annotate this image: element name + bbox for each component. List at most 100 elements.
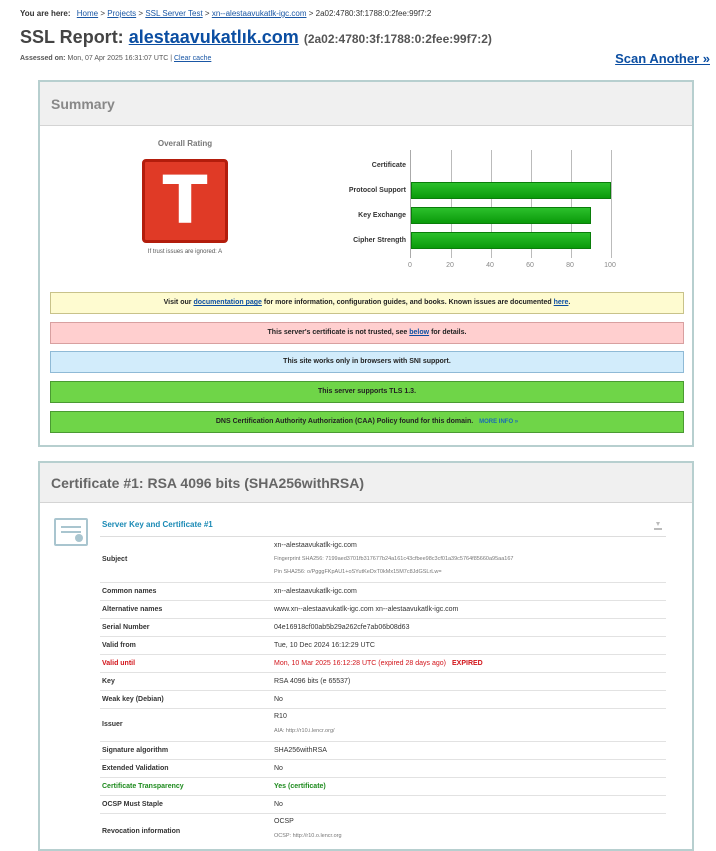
summary-heading: Summary — [40, 82, 692, 126]
revocation-ocsp: OCSP: http://r10.o.lencr.org — [274, 833, 342, 839]
row-key: Certificate Transparency — [102, 783, 184, 790]
chart-plot-area — [410, 150, 612, 258]
row-value: No — [274, 765, 283, 772]
untrusted-cert-notice: This server's certificate is not trusted… — [50, 322, 684, 344]
row-value: Yes (certificate) — [274, 783, 326, 790]
table-row: Key RSA 4096 bits (e 65537) — [100, 673, 666, 691]
row-value: xn--alestaavukatlk-igc.com — [274, 588, 357, 595]
chart-tick-label: 0 — [408, 262, 412, 269]
pin: Pin SHA256: o/PgggFKpAU1+oSYutKeDxT0kMx1… — [274, 569, 442, 575]
row-key: Serial Number — [102, 624, 150, 631]
row-value: OCSP — [274, 818, 294, 825]
doc-mid: for more information, configuration guid… — [263, 299, 552, 306]
row-key: Alternative names — [102, 606, 163, 613]
table-row: Revocation information OCSP OCSP: http:/… — [100, 814, 666, 848]
breadcrumb-ssl-test-link[interactable]: SSL Server Test — [145, 9, 202, 18]
caa-more-info-link[interactable]: MORE INFO » — [479, 419, 518, 425]
overall-rating-label: Overall Rating — [157, 139, 213, 148]
documentation-notice: Visit our documentation page for more in… — [50, 292, 684, 314]
row-key: Issuer — [102, 721, 123, 728]
row-value: SHA256withRSA — [274, 747, 327, 754]
grade-badge: T — [142, 159, 228, 243]
chart-category-label: Protocol Support — [348, 187, 406, 194]
breadcrumb-home-link[interactable]: Home — [77, 9, 98, 18]
table-row: Valid until Mon, 10 Mar 2025 16:12:28 UT… — [100, 655, 666, 673]
certificate-panel: Certificate #1: RSA 4096 bits (SHA256wit… — [38, 461, 694, 851]
overall-rating: Overall Rating T If trust issues are ign… — [130, 139, 240, 255]
caa-text: DNS Certification Authority Authorizatio… — [215, 418, 474, 425]
row-value: No — [274, 696, 283, 703]
row-value: Mon, 10 Mar 2025 16:12:28 UTC (expired 2… — [274, 660, 446, 667]
table-row: Valid from Tue, 10 Dec 2024 16:12:29 UTC — [100, 637, 666, 655]
chart-category-label: Key Exchange — [358, 212, 406, 219]
row-key: Signature algorithm — [102, 747, 169, 754]
server-key-title: Server Key and Certificate #1 — [102, 520, 213, 529]
download-icon[interactable] — [654, 522, 662, 530]
cert-end: for details. — [431, 329, 467, 336]
certificate-heading: Certificate #1: RSA 4096 bits (SHA256wit… — [40, 463, 692, 503]
row-value: RSA 4096 bits (e 65537) — [274, 678, 351, 685]
trust-ignored-grade: If trust issues are ignored: A — [147, 249, 223, 255]
summary-panel: Summary Overall Rating T If trust issues… — [38, 80, 694, 447]
scan-another-link[interactable]: Scan Another » — [615, 51, 710, 66]
row-key: Key — [102, 678, 115, 685]
certificate-table: Subject xn--alestaavukatlk-igc.com Finge… — [100, 536, 666, 848]
table-row: Common names xn--alestaavukatlk-igc.com — [100, 583, 666, 601]
title-host-link[interactable]: alestaavukatlık.com — [129, 27, 299, 47]
row-key: Valid from — [102, 642, 136, 649]
chart-tick-label: 40 — [486, 262, 494, 269]
breadcrumb-separator: > — [100, 9, 106, 18]
expired-badge: EXPIRED — [452, 660, 483, 667]
assessed-on: Assessed on: Mon, 07 Apr 2025 16:31:07 U… — [20, 55, 211, 62]
below-link[interactable]: below — [409, 329, 429, 336]
doc-pre: Visit our — [163, 299, 192, 306]
chart-tick-label: 80 — [566, 262, 574, 269]
row-value: www.xn--alestaavukatlk-igc.com xn--alest… — [274, 606, 459, 613]
row-value: No — [274, 801, 283, 808]
row-key: Extended Validation — [102, 765, 169, 772]
rating-chart: 0 20 40 60 80 100 Certificate Protocol Support K… — [334, 150, 624, 280]
table-row: Weak key (Debian) No — [100, 691, 666, 709]
chart-bar — [411, 207, 591, 224]
documentation-link[interactable]: documentation page — [193, 299, 261, 306]
row-value: xn--alestaavukatlk-igc.com — [274, 542, 357, 549]
breadcrumb-separator: > — [204, 9, 210, 18]
title-prefix: SSL Report: — [20, 27, 124, 47]
row-value: 04e16918cf00ab5b29a262cfe7ab06b08d63 — [274, 624, 410, 631]
assessed-value: Mon, 07 Apr 2025 16:31:07 UTC | — [67, 55, 173, 62]
chart-category-label: Cipher Strength — [353, 237, 406, 244]
chart-category-label: Certificate — [371, 162, 406, 169]
table-row: Alternative names www.xn--alestaavukatlk… — [100, 601, 666, 619]
row-key: OCSP Must Staple — [102, 801, 163, 808]
breadcrumb: You are here: Home > Projects > SSL Serv… — [20, 9, 431, 18]
doc-end: . — [568, 299, 571, 306]
page-title: SSL Report: alestaavukatlık.com (2a02:47… — [20, 27, 492, 48]
chart-bar — [411, 232, 591, 249]
certificate-icon — [54, 518, 88, 546]
chart-bar — [411, 182, 611, 199]
table-row: Certificate Transparency Yes (certificat… — [100, 778, 666, 796]
title-ip: (2a02:4780:3f:1788:0:2fee:99f7:2) — [303, 32, 492, 46]
row-value: Tue, 10 Dec 2024 16:12:29 UTC — [274, 642, 375, 649]
table-row: Serial Number 04e16918cf00ab5b29a262cfe7… — [100, 619, 666, 637]
chart-tick-label: 60 — [526, 262, 534, 269]
fingerprint: Fingerprint SHA256: 7199aed3701fb317677b… — [274, 556, 514, 562]
caa-notice: DNS Certification Authority Authorizatio… — [50, 411, 684, 433]
chart-tick-label: 100 — [604, 262, 616, 269]
known-issues-link[interactable]: here — [554, 299, 569, 306]
row-key: Weak key (Debian) — [102, 696, 164, 703]
clear-cache-link[interactable]: Clear cache — [174, 55, 211, 62]
cert-pre: This server's certificate is not trusted… — [267, 329, 408, 336]
row-key: Valid until — [102, 660, 136, 667]
tls13-notice: This server supports TLS 1.3. — [50, 381, 684, 403]
table-row: OCSP Must Staple No — [100, 796, 666, 814]
table-row: Extended Validation No — [100, 760, 666, 778]
assessed-label: Assessed on: — [20, 55, 66, 62]
breadcrumb-projects-link[interactable]: Projects — [107, 9, 136, 18]
table-row: Signature algorithm SHA256withRSA — [100, 742, 666, 760]
table-row: Issuer R10 AIA: http://r10.i.lencr.org/ — [100, 709, 666, 742]
breadcrumb-host-link[interactable]: xn--alestaavukatlk-igc.com — [212, 9, 307, 18]
breadcrumb-ip: > 2a02:4780:3f:1788:0:2fee:99f7:2 — [308, 9, 432, 18]
row-key: Subject — [102, 556, 128, 563]
table-row: Subject xn--alestaavukatlk-igc.com Finge… — [100, 537, 666, 583]
